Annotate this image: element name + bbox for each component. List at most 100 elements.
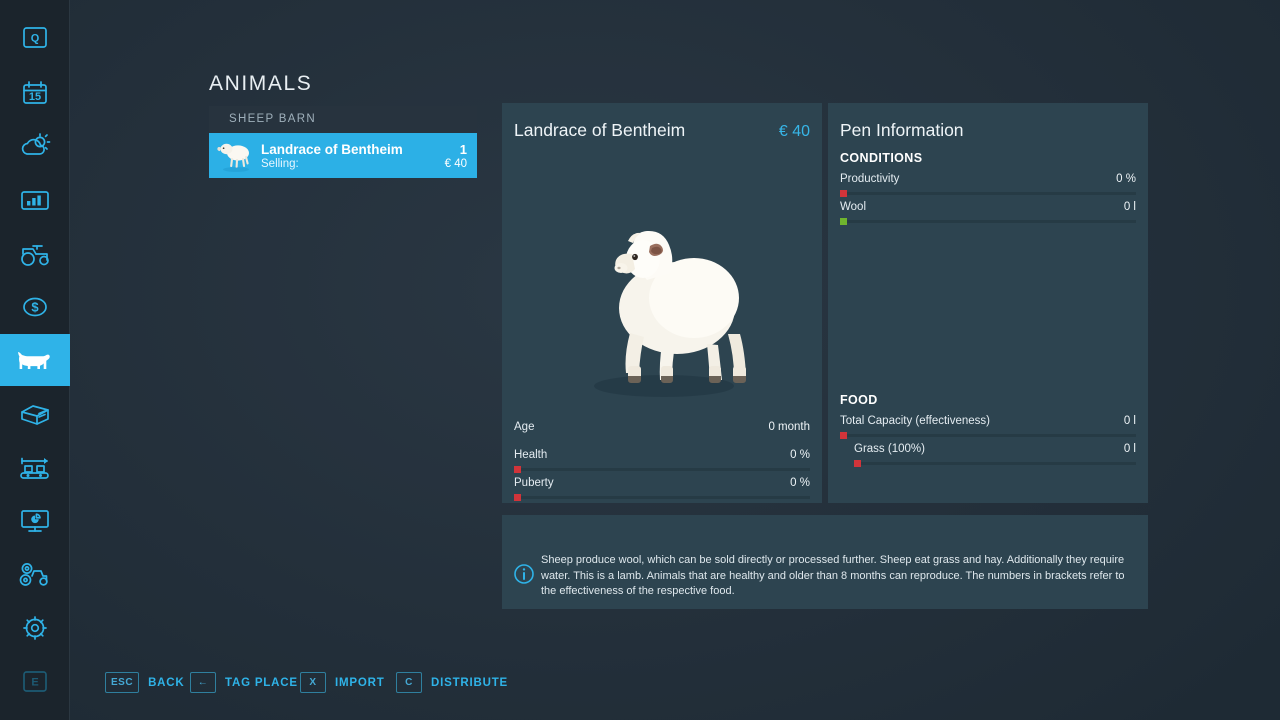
food-row: Total Capacity (effectiveness) 0 l: [840, 415, 1136, 443]
list-item-count: 1: [459, 141, 467, 157]
list-item[interactable]: Landrace of Bentheim 1 Selling: € 40: [209, 133, 477, 178]
dollar-coin-icon: $: [23, 297, 47, 317]
sheep-render: [502, 158, 822, 408]
sidebar-item-settings[interactable]: [0, 602, 70, 654]
stat-label: Productivity: [840, 173, 900, 185]
stat-label: Total Capacity (effectiveness): [840, 415, 990, 427]
stat-progress-track: [840, 190, 1136, 197]
stat-value: 0 %: [1116, 173, 1136, 185]
gear-icon: [23, 616, 47, 640]
esc-key: ESC: [105, 672, 140, 693]
animal-detail-panel: Landrace of Bentheim € 40 Age 0 month He…: [502, 103, 822, 503]
action-hint-label: IMPORT: [335, 676, 385, 689]
stat-head: Age 0 month: [514, 421, 810, 439]
sidebar-item-calendar[interactable]: 15: [0, 67, 70, 119]
list-group-header: SHEEP BARN: [209, 106, 477, 133]
weather-icon: [21, 133, 51, 155]
x-key: X: [300, 672, 326, 693]
animals-screen: Q 15 $ E ANIMALS SHEEP BARN Landrace of …: [0, 0, 1280, 720]
detail-title: Landrace of Bentheim: [514, 120, 686, 140]
sidebar-item-key-q[interactable]: Q: [0, 12, 70, 64]
conditions-section-header: CONDITIONS: [840, 151, 923, 165]
stat-value: 0 l: [1123, 415, 1136, 427]
stat-progress-marker: [514, 466, 521, 473]
svg-text:Q: Q: [31, 33, 40, 45]
stat-value: 0 %: [790, 449, 810, 461]
action-hint-tag-place[interactable]: ← TAG PLACE: [190, 672, 298, 693]
statistics-icon: [21, 191, 49, 210]
svg-text:$: $: [31, 300, 39, 315]
sheep-thumb-icon: [214, 137, 258, 175]
cow-icon: [18, 352, 50, 369]
action-hint-import[interactable]: X IMPORT: [300, 672, 385, 693]
detail-price: € 40: [778, 123, 810, 140]
stat-head: Total Capacity (effectiveness) 0 l: [840, 415, 1136, 433]
detail-header: Landrace of Bentheim € 40: [514, 120, 810, 141]
board-icon: [21, 510, 49, 532]
animal-stats-list: Age 0 month Health 0 % Puberty 0 %: [514, 421, 810, 505]
stat-progress-track: [514, 466, 810, 473]
stat-head: Wool 0 l: [840, 201, 1136, 219]
action-hint-label: BACK: [148, 676, 185, 689]
action-hint-label: DISTRIBUTE: [431, 676, 508, 689]
gear-tractor-icon: [19, 563, 48, 586]
stat-progress-track: [840, 218, 1136, 225]
documents-icon: [21, 405, 49, 425]
stat-value: 0 l: [1123, 443, 1136, 455]
stat-value: 0 %: [790, 477, 810, 489]
condition-row: Wool 0 l: [840, 201, 1136, 229]
stat-value: 0 month: [768, 421, 810, 433]
svg-text:15: 15: [29, 91, 41, 103]
stat-label: Age: [514, 421, 535, 433]
sidebar-item-vehicles[interactable]: [0, 228, 70, 280]
list-item-status: Selling:: [261, 157, 299, 170]
food-section-header: FOOD: [840, 393, 878, 407]
stat-label: Health: [514, 449, 548, 461]
action-hint-back[interactable]: ESC BACK: [105, 672, 184, 693]
action-hint-distribute[interactable]: C DISTRIBUTE: [396, 672, 508, 693]
food-row: Grass (100%) 0 l: [840, 443, 1136, 471]
stat-progress-track: [854, 460, 1136, 467]
info-circle-icon: [513, 563, 535, 590]
stat-label: Wool: [840, 201, 866, 213]
stat-progress-marker: [840, 190, 847, 197]
conveyor-icon: [20, 457, 49, 479]
info-text: Sheep produce wool, which can be sold di…: [541, 554, 1125, 597]
stat-value: 0 l: [1123, 201, 1136, 213]
sidebar-item-vehicle-config[interactable]: [0, 549, 70, 601]
stat-label: Grass (100%): [854, 443, 925, 455]
stat-progress-marker: [514, 494, 521, 501]
list-item-text: Landrace of Bentheim 1 Selling: € 40: [258, 142, 477, 170]
stat-progress-marker: [854, 460, 861, 467]
stat-head: Puberty 0 %: [514, 477, 810, 495]
page-title: ANIMALS: [209, 72, 313, 95]
stat-label: Puberty: [514, 477, 554, 489]
food-list: Total Capacity (effectiveness) 0 l Grass (…: [840, 415, 1136, 471]
sidebar-item-weather[interactable]: [0, 120, 70, 172]
stat-head: Productivity 0 %: [840, 173, 1136, 191]
keycap-q-icon: Q: [23, 27, 47, 48]
main-sidebar: Q 15 $ E: [0, 0, 70, 720]
sidebar-item-animals[interactable]: [0, 334, 70, 386]
condition-row: Productivity 0 %: [840, 173, 1136, 201]
action-hint-label: TAG PLACE: [225, 676, 298, 689]
pen-title: Pen Information: [840, 120, 964, 140]
sidebar-item-contracts[interactable]: [0, 389, 70, 441]
sidebar-item-production[interactable]: [0, 443, 70, 495]
stat-progress-marker: [840, 432, 847, 439]
stat-progress-marker: [840, 218, 847, 225]
left-arrow-key: ←: [190, 672, 216, 693]
list-item-price: € 40: [444, 157, 467, 170]
tractor-icon: [21, 245, 49, 266]
animal-stat-row: Puberty 0 %: [514, 477, 810, 505]
sidebar-item-statistics[interactable]: [0, 174, 70, 226]
sidebar-item-finances[interactable]: $: [0, 281, 70, 333]
animal-list-panel: SHEEP BARN Landrace of Bentheim 1 Sellin…: [209, 106, 477, 178]
stat-progress-track: [840, 432, 1136, 439]
info-panel: Sheep produce wool, which can be sold di…: [502, 515, 1148, 609]
stat-head: Health 0 %: [514, 449, 810, 467]
pen-information-panel: Pen Information CONDITIONS Productivity 0…: [828, 103, 1148, 503]
stat-progress-track: [514, 494, 810, 501]
c-key: C: [396, 672, 422, 693]
sidebar-item-construction[interactable]: [0, 495, 70, 547]
